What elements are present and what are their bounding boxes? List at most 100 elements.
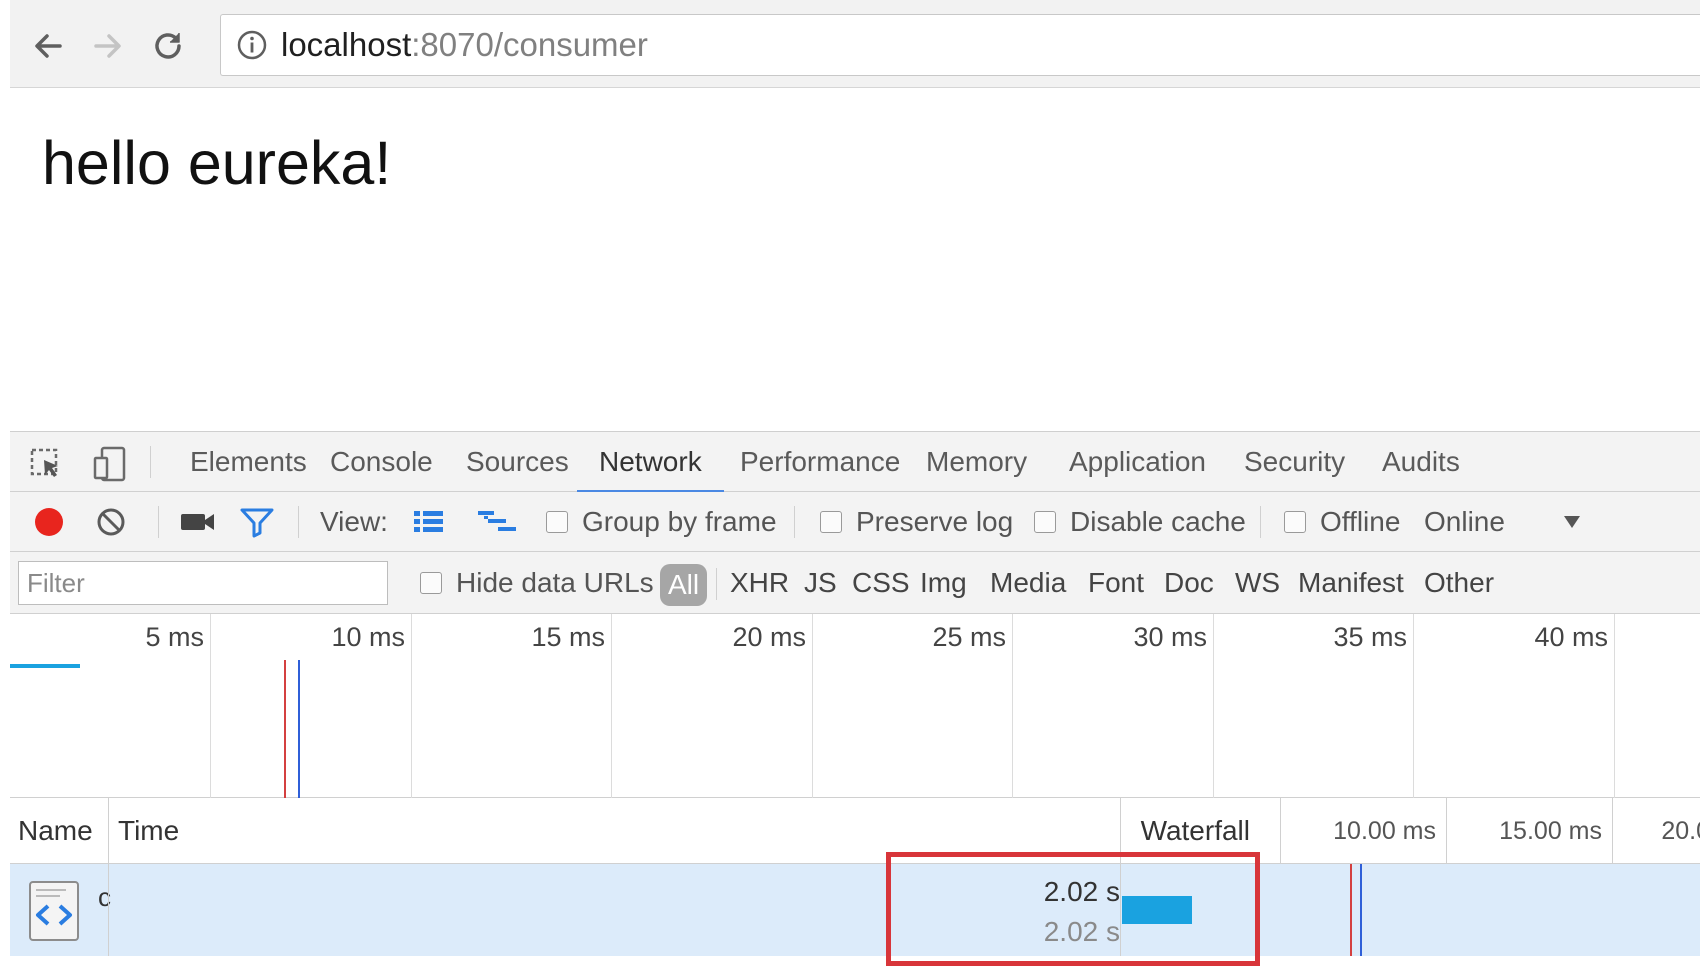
filter-separator (716, 568, 717, 600)
tab-performance[interactable]: Performance (738, 432, 902, 492)
toolbar-separator (298, 506, 299, 538)
url-host: localhost (281, 26, 412, 63)
overview-gridline (611, 614, 612, 798)
network-toolbar: View: Group by frame Preserve log Disabl… (10, 492, 1700, 552)
throttling-select[interactable]: Online (1424, 492, 1505, 552)
page-heading: hello eureka! (42, 129, 392, 197)
back-button[interactable] (24, 22, 72, 70)
group-by-frame-option[interactable]: Group by frame (546, 492, 777, 552)
filter-type-font[interactable]: Font (1088, 552, 1144, 614)
group-by-frame-label: Group by frame (582, 506, 777, 537)
info-icon[interactable] (235, 28, 269, 62)
filter-type-css[interactable]: CSS (852, 552, 910, 614)
url-path: :8070/consumer (411, 26, 648, 63)
arrow-right-icon (94, 34, 121, 58)
tabbar-separator (150, 446, 151, 478)
address-bar[interactable]: localhost:8070/consumer (220, 14, 1700, 76)
tab-application[interactable]: Application (1067, 432, 1208, 492)
filter-type-xhr[interactable]: XHR (730, 552, 789, 614)
row-separator (108, 864, 109, 956)
filter-type-other[interactable]: Other (1424, 552, 1494, 614)
filter-bar: Hide data URLs All XHR JS CSS Img Media … (10, 552, 1700, 614)
capture-screenshots-button[interactable] (178, 492, 218, 552)
hide-data-urls-checkbox[interactable] (420, 572, 442, 594)
request-table-header: Name Time Waterfall 10.00 ms 15.00 ms 20… (10, 798, 1700, 956)
filter-type-media[interactable]: Media (990, 552, 1066, 614)
tab-console[interactable]: Console (328, 432, 435, 492)
record-icon (35, 508, 63, 536)
overview-tick: 40 ms (1534, 622, 1608, 652)
filter-type-all[interactable]: All (660, 564, 708, 606)
clear-button[interactable] (94, 492, 128, 552)
filter-toggle-button[interactable] (238, 492, 276, 552)
tab-sources[interactable]: Sources (464, 432, 571, 492)
toolbar-separator (158, 506, 159, 538)
dom-content-loaded-line (298, 660, 300, 798)
reload-button[interactable] (144, 22, 192, 70)
overview-gridline (1213, 614, 1214, 798)
disable-cache-checkbox[interactable] (1034, 511, 1056, 533)
waterfall-dcl-line (1360, 864, 1362, 956)
hide-data-urls-label: Hide data URLs (456, 567, 654, 598)
preserve-log-option[interactable]: Preserve log (820, 492, 1013, 552)
toolbar-separator (794, 506, 795, 538)
view-label: View: (320, 506, 388, 537)
column-separator (108, 798, 109, 864)
document-file-icon (29, 881, 79, 941)
clear-icon (97, 508, 125, 536)
filter-type-manifest[interactable]: Manifest (1298, 552, 1404, 614)
preserve-log-label: Preserve log (856, 506, 1014, 537)
overview-tick: 20 ms (732, 622, 806, 652)
overview-tick: 5 ms (145, 622, 204, 652)
overview-tick: 15 ms (531, 622, 605, 652)
offline-checkbox[interactable] (1284, 511, 1306, 533)
waterfall-load-line (1350, 864, 1352, 956)
inspect-element-icon[interactable] (26, 444, 66, 484)
forward-button[interactable] (84, 22, 132, 70)
tab-elements[interactable]: Elements (188, 432, 309, 492)
column-time[interactable]: Time (118, 798, 179, 864)
large-rows-toggle[interactable] (410, 492, 448, 552)
url-text: localhost:8070/consumer (281, 26, 648, 64)
reload-icon (155, 33, 181, 59)
filter-type-doc[interactable]: Doc (1164, 552, 1214, 614)
overview-toggle[interactable] (476, 492, 520, 552)
tab-audits[interactable]: Audits (1380, 432, 1462, 492)
column-name[interactable]: Name (18, 798, 93, 864)
request-row[interactable]: c 2.02 s 2.02 s (10, 864, 1700, 956)
offline-option[interactable]: Offline (1284, 492, 1400, 552)
overview-gridline (1012, 614, 1013, 798)
overview-gridline (210, 614, 211, 798)
overview-tick: 10 ms (331, 622, 405, 652)
filter-type-ws[interactable]: WS (1235, 552, 1280, 614)
filter-icon (240, 508, 274, 538)
throttling-dropdown[interactable] (1560, 492, 1584, 552)
waterfall-tick: 20.0 (1661, 817, 1700, 845)
overview-request-bar (10, 664, 80, 668)
filter-type-js[interactable]: JS (804, 552, 837, 614)
tab-security[interactable]: Security (1242, 432, 1347, 492)
device-toolbar-icon[interactable] (90, 444, 130, 484)
overview-gridline (812, 614, 813, 798)
overview-gridline (1413, 614, 1414, 798)
arrow-left-icon (35, 34, 62, 58)
overview-gridline (1614, 614, 1615, 798)
video-camera-icon (181, 514, 214, 530)
devtools-tabbar: Elements Console Sources Network Perform… (10, 432, 1700, 493)
tab-memory[interactable]: Memory (924, 432, 1029, 492)
preserve-log-checkbox[interactable] (820, 511, 842, 533)
waterfall-tick: 10.00 ms (1333, 817, 1436, 845)
record-button[interactable] (32, 492, 66, 552)
group-by-frame-checkbox[interactable] (546, 511, 568, 533)
chevron-down-icon (1564, 516, 1580, 528)
filter-type-img[interactable]: Img (920, 552, 967, 614)
hide-data-urls-option[interactable]: Hide data URLs (420, 552, 654, 614)
load-event-line (284, 660, 286, 798)
network-overview[interactable]: 5 ms 10 ms 15 ms 20 ms 25 ms 30 ms 35 ms… (10, 614, 1700, 798)
tab-network[interactable]: Network (577, 432, 724, 493)
filter-input[interactable] (18, 561, 388, 605)
overview-gridline (411, 614, 412, 798)
overview-tick: 35 ms (1333, 622, 1407, 652)
browser-toolbar: localhost:8070/consumer (10, 0, 1700, 88)
disable-cache-option[interactable]: Disable cache (1034, 492, 1246, 552)
